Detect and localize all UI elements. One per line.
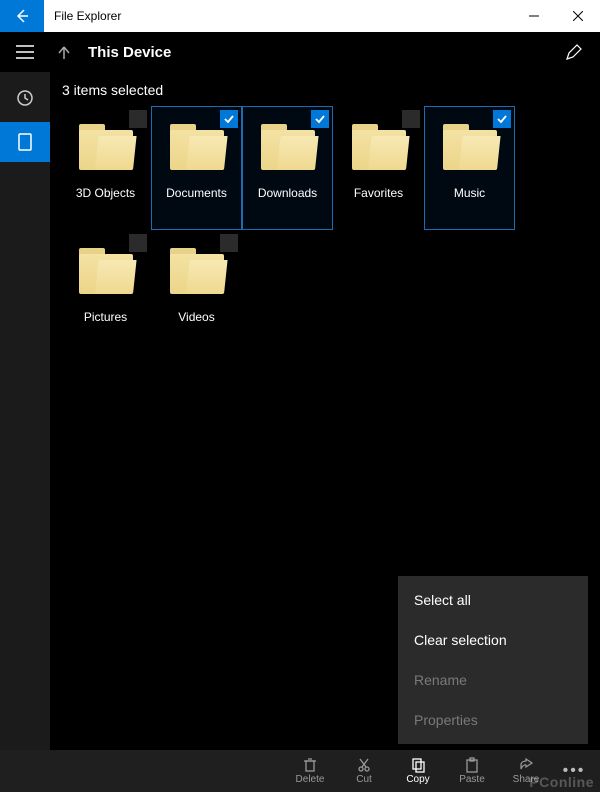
back-arrow-icon: [14, 8, 30, 24]
folder-item[interactable]: Music: [424, 106, 515, 230]
folder-item[interactable]: Favorites: [333, 106, 424, 230]
folder-item[interactable]: Pictures: [60, 230, 151, 354]
cmd-share[interactable]: Share: [500, 750, 552, 792]
titlebar: File Explorer: [0, 0, 600, 32]
folder-icon: [352, 124, 406, 170]
folder-label: Music: [454, 186, 485, 200]
menu-item[interactable]: Select all: [398, 580, 588, 620]
cmd-copy[interactable]: Copy: [392, 750, 444, 792]
check-icon: [223, 113, 235, 125]
delete-icon: [302, 757, 318, 773]
command-bar: Delete Cut Copy Paste Share •••: [0, 750, 600, 792]
history-icon: [16, 89, 34, 107]
location-title: This Device: [88, 44, 171, 61]
folder-icon: [79, 124, 133, 170]
edit-button[interactable]: [560, 38, 588, 66]
minimize-icon: [529, 11, 539, 21]
folder-label: Favorites: [354, 186, 403, 200]
folder-icon: [170, 124, 224, 170]
cmd-cut[interactable]: Cut: [338, 750, 390, 792]
nav-rail: [0, 72, 50, 750]
pencil-icon: [565, 43, 583, 61]
cmd-label: Cut: [356, 774, 372, 785]
folder-item[interactable]: 3D Objects: [60, 106, 151, 230]
selection-status: 3 items selected: [60, 80, 590, 106]
folder-label: Documents: [166, 186, 227, 200]
cut-icon: [356, 757, 372, 773]
header: This Device: [0, 32, 600, 72]
minimize-button[interactable]: [512, 0, 556, 32]
folder-label: Pictures: [84, 310, 127, 324]
menu-item: Rename: [398, 660, 588, 700]
menu-button[interactable]: [0, 32, 50, 72]
folder-grid: 3D Objects Documents Downloads Favorites Mus…: [60, 106, 590, 354]
folder-label: Videos: [178, 310, 214, 324]
more-button[interactable]: •••: [554, 750, 594, 792]
cmd-delete[interactable]: Delete: [284, 750, 336, 792]
folder-item[interactable]: Videos: [151, 230, 242, 354]
paste-icon: [464, 757, 480, 773]
back-button[interactable]: [0, 0, 44, 32]
folder-icon: [79, 248, 133, 294]
check-icon: [496, 113, 508, 125]
folder-icon: [443, 124, 497, 170]
hamburger-icon: [16, 45, 34, 59]
rail-device[interactable]: [0, 122, 50, 162]
share-icon: [518, 757, 534, 773]
copy-icon: [410, 757, 426, 773]
more-icon: •••: [563, 762, 586, 780]
cmd-label: Share: [513, 774, 540, 785]
rail-recent[interactable]: [0, 78, 50, 118]
window-title: File Explorer: [44, 9, 512, 23]
check-icon: [314, 113, 326, 125]
close-icon: [573, 11, 583, 21]
folder-icon: [170, 248, 224, 294]
menu-item[interactable]: Clear selection: [398, 620, 588, 660]
cmd-paste[interactable]: Paste: [446, 750, 498, 792]
cmd-label: Paste: [459, 774, 485, 785]
menu-item: Properties: [398, 700, 588, 740]
device-icon: [17, 133, 33, 151]
up-button[interactable]: [50, 38, 78, 66]
folder-item[interactable]: Documents: [151, 106, 242, 230]
cmd-label: Copy: [406, 774, 429, 785]
folder-label: Downloads: [258, 186, 317, 200]
up-arrow-icon: [57, 45, 71, 59]
folder-icon: [261, 124, 315, 170]
cmd-label: Delete: [296, 774, 325, 785]
close-button[interactable]: [556, 0, 600, 32]
folder-label: 3D Objects: [76, 186, 135, 200]
context-menu: Select allClear selectionRenamePropertie…: [398, 576, 588, 744]
folder-item[interactable]: Downloads: [242, 106, 333, 230]
